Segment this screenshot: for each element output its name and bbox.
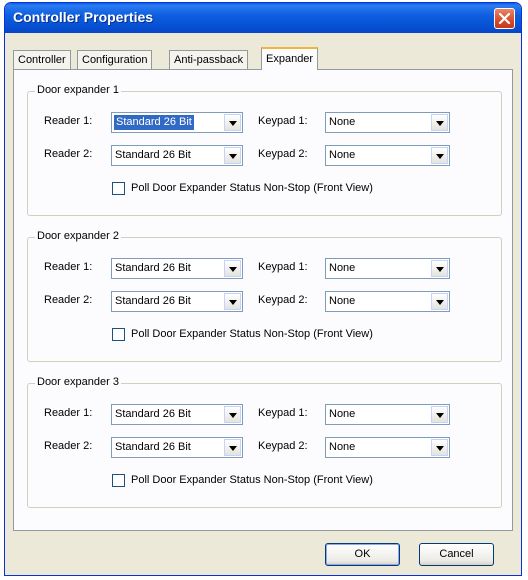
keypad-1-value: None bbox=[329, 408, 356, 420]
dropdown-button[interactable] bbox=[224, 147, 241, 164]
chevron-down-icon bbox=[436, 413, 444, 418]
reader-1-select[interactable]: Standard 26 Bit bbox=[111, 258, 243, 279]
dropdown-button[interactable] bbox=[431, 260, 448, 277]
window-title: Controller Properties bbox=[13, 9, 154, 25]
keypad-1-select[interactable]: None bbox=[325, 258, 450, 279]
keypad-2-label: Keypad 2: bbox=[258, 294, 308, 306]
keypad-2-value: None bbox=[329, 441, 356, 453]
door-expander-3-group: Door expander 3 Reader 1: Standard 26 Bi… bbox=[27, 376, 502, 508]
dropdown-button[interactable] bbox=[224, 260, 241, 277]
reader-1-select[interactable]: Standard 26 Bit bbox=[111, 404, 243, 425]
group-title: Door expander 3 bbox=[35, 376, 121, 388]
chevron-down-icon bbox=[436, 121, 444, 126]
keypad-1-select[interactable]: None bbox=[325, 404, 450, 425]
tab-expander[interactable]: Expander bbox=[261, 47, 319, 70]
tab-configuration[interactable]: Configuration bbox=[77, 50, 153, 69]
reader-1-value: Standard 26 Bit bbox=[114, 115, 194, 130]
chevron-down-icon bbox=[436, 300, 444, 305]
dropdown-button[interactable] bbox=[224, 406, 241, 423]
door-expander-2-group: Door expander 2 Reader 1: Standard 26 Bi… bbox=[27, 230, 502, 362]
tab-label: Expander bbox=[266, 53, 314, 65]
keypad-1-label: Keypad 1: bbox=[258, 115, 308, 127]
dropdown-button[interactable] bbox=[431, 439, 448, 456]
tab-label: Controller bbox=[18, 54, 66, 66]
poll-status-checkbox[interactable] bbox=[112, 474, 125, 487]
reader-2-label: Reader 2: bbox=[44, 294, 93, 306]
dropdown-button[interactable] bbox=[431, 147, 448, 164]
dropdown-button[interactable] bbox=[431, 114, 448, 131]
keypad-2-label: Keypad 2: bbox=[258, 440, 308, 452]
keypad-2-select[interactable]: None bbox=[325, 145, 450, 166]
reader-2-select[interactable]: Standard 26 Bit bbox=[111, 291, 243, 312]
poll-status-checkbox[interactable] bbox=[112, 182, 125, 195]
reader-2-value: Standard 26 Bit bbox=[115, 441, 191, 453]
dropdown-button[interactable] bbox=[431, 406, 448, 423]
chevron-down-icon bbox=[229, 121, 237, 126]
chevron-down-icon bbox=[229, 154, 237, 159]
door-expander-1-group: Door expander 1 Reader 1: Standard 26 Bi… bbox=[27, 84, 502, 216]
tab-controller[interactable]: Controller bbox=[13, 50, 71, 69]
cancel-button-label: Cancel bbox=[439, 548, 474, 560]
close-icon bbox=[498, 12, 511, 25]
poll-status-label[interactable]: Poll Door Expander Status Non-Stop (Fron… bbox=[131, 474, 373, 486]
keypad-2-label: Keypad 2: bbox=[258, 148, 308, 160]
tab-label: Configuration bbox=[82, 54, 148, 66]
poll-status-label[interactable]: Poll Door Expander Status Non-Stop (Fron… bbox=[131, 182, 373, 194]
keypad-1-value: None bbox=[329, 262, 356, 274]
reader-2-label: Reader 2: bbox=[44, 148, 93, 160]
tab-anti-passback[interactable]: Anti-passback bbox=[169, 50, 249, 69]
chevron-down-icon bbox=[229, 413, 237, 418]
poll-status-label[interactable]: Poll Door Expander Status Non-Stop (Fron… bbox=[131, 328, 373, 340]
poll-status-checkbox[interactable] bbox=[112, 328, 125, 341]
cancel-button[interactable]: Cancel bbox=[419, 543, 494, 566]
keypad-1-label: Keypad 1: bbox=[258, 407, 308, 419]
title-bar[interactable]: Controller Properties bbox=[5, 3, 521, 33]
chevron-down-icon bbox=[436, 446, 444, 451]
chevron-down-icon bbox=[229, 300, 237, 305]
reader-1-label: Reader 1: bbox=[44, 115, 93, 127]
reader-2-label: Reader 2: bbox=[44, 440, 93, 452]
dropdown-button[interactable] bbox=[224, 114, 241, 131]
reader-1-value: Standard 26 Bit bbox=[115, 262, 191, 274]
dropdown-button[interactable] bbox=[224, 293, 241, 310]
chevron-down-icon bbox=[436, 154, 444, 159]
reader-1-select[interactable]: Standard 26 Bit bbox=[111, 112, 243, 133]
chevron-down-icon bbox=[436, 267, 444, 272]
reader-1-value: Standard 26 Bit bbox=[115, 408, 191, 420]
reader-2-value: Standard 26 Bit bbox=[115, 295, 191, 307]
tab-label: Anti-passback bbox=[174, 54, 244, 66]
keypad-1-label: Keypad 1: bbox=[258, 261, 308, 273]
close-button[interactable] bbox=[494, 8, 515, 29]
keypad-2-value: None bbox=[329, 149, 356, 161]
reader-2-value: Standard 26 Bit bbox=[115, 149, 191, 161]
group-title: Door expander 2 bbox=[35, 230, 121, 242]
reader-1-label: Reader 1: bbox=[44, 407, 93, 419]
expander-tab-panel: Door expander 1 Reader 1: Standard 26 Bi… bbox=[13, 69, 513, 531]
keypad-1-value: None bbox=[329, 116, 356, 128]
ok-button-label: OK bbox=[354, 548, 371, 560]
keypad-1-select[interactable]: None bbox=[325, 112, 450, 133]
keypad-2-select[interactable]: None bbox=[325, 291, 450, 312]
keypad-2-select[interactable]: None bbox=[325, 437, 450, 458]
group-title: Door expander 1 bbox=[35, 84, 121, 96]
dropdown-button[interactable] bbox=[224, 439, 241, 456]
reader-2-select[interactable]: Standard 26 Bit bbox=[111, 145, 243, 166]
ok-button[interactable]: OK bbox=[325, 543, 400, 566]
keypad-2-value: None bbox=[329, 295, 356, 307]
reader-1-label: Reader 1: bbox=[44, 261, 93, 273]
dropdown-button[interactable] bbox=[431, 293, 448, 310]
controller-properties-dialog: Controller Properties Controller Configu… bbox=[4, 2, 522, 576]
reader-2-select[interactable]: Standard 26 Bit bbox=[111, 437, 243, 458]
chevron-down-icon bbox=[229, 446, 237, 451]
chevron-down-icon bbox=[229, 267, 237, 272]
